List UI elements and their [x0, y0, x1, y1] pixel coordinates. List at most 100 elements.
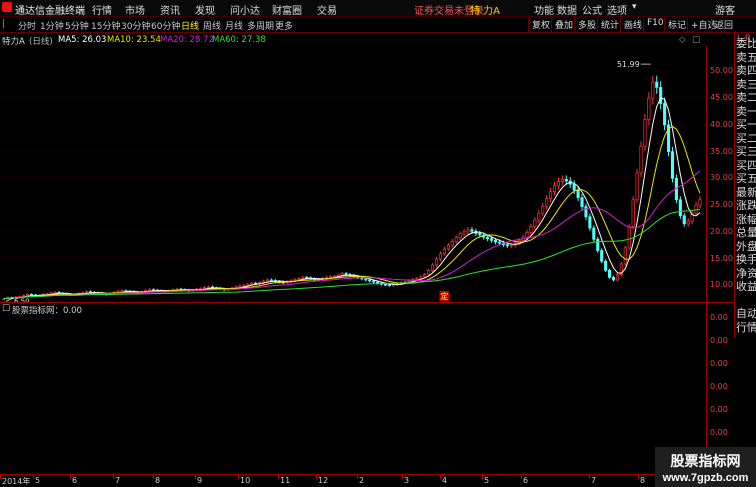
candle-body	[49, 292, 53, 295]
menu-item-xuanxiang[interactable]: 选项	[607, 2, 627, 17]
ma10-line	[3, 125, 701, 300]
menu-item-jiaoyi[interactable]: 交易	[317, 2, 337, 17]
candle-body	[600, 250, 604, 262]
period-5min[interactable]: 5分钟	[65, 19, 89, 32]
indicator-icon[interactable]: □	[2, 303, 10, 313]
period-60min[interactable]: 60分钟	[151, 19, 180, 32]
candle-body	[556, 181, 560, 187]
guest-label[interactable]: 游客	[715, 2, 735, 17]
indicator-header: □ 股票指标网：0.00	[0, 303, 706, 316]
time-axis-tick	[589, 475, 590, 479]
candle-body	[419, 276, 423, 279]
close-icon[interactable]: □	[692, 35, 700, 45]
menu-item-wenxiaoda[interactable]: 问小达	[230, 2, 260, 17]
candle-body	[454, 237, 458, 242]
time-axis-label: 7	[591, 476, 597, 485]
quote-field-label: 委比	[736, 37, 756, 50]
time-axis-label: 3	[404, 476, 410, 485]
candle-body	[407, 280, 411, 282]
time-axis-label: 8	[155, 476, 161, 485]
quote-field-label: 外盘	[736, 239, 756, 253]
candle-body	[678, 199, 682, 217]
stock-tag: 特 力A	[470, 6, 501, 17]
candle-body	[596, 238, 600, 251]
period-monthly[interactable]: 月线	[225, 19, 243, 32]
user-icon[interactable]: ▾	[632, 2, 637, 12]
menu-bar: 通达信金融终端 行情 市场 资讯 发现 问小达 财富圈 交易 证券交易未登录 特…	[0, 0, 756, 17]
candle-body	[442, 248, 446, 255]
multi-stock-button[interactable]: 多股	[574, 18, 596, 32]
time-axis-label: 12	[318, 476, 329, 485]
period-1min[interactable]: 1分钟	[40, 19, 64, 32]
period-more[interactable]: 更多	[275, 19, 293, 32]
back-button[interactable]: 返回	[711, 18, 733, 32]
indicator-axis-label: 0.00	[710, 313, 728, 322]
quote-field-label: 卖二	[736, 91, 756, 104]
period-30min[interactable]: 30分钟	[121, 19, 150, 32]
candlestick-chart[interactable]: 51.996.50定	[0, 46, 706, 302]
candle-body	[686, 220, 690, 225]
candle-body	[364, 278, 368, 281]
menu-item-shuju[interactable]: 数据	[557, 2, 577, 17]
menu-item-gongshi[interactable]: 公式	[582, 2, 602, 17]
candle-body	[462, 231, 466, 235]
candle-body	[698, 199, 702, 206]
period-daily[interactable]: 日线	[181, 19, 199, 32]
watermark-url: www.7gpzb.com	[662, 472, 749, 484]
candle-body	[663, 103, 667, 126]
f10-button[interactable]: F10	[643, 18, 664, 32]
fuquan-button[interactable]: 复权	[528, 18, 550, 32]
time-axis-label: 9	[197, 476, 203, 485]
price-axis-label: 40.00	[710, 119, 733, 129]
menu-item-hangqing[interactable]: 行情	[92, 2, 112, 17]
list-icon[interactable]: |	[2, 19, 5, 29]
candle-body	[293, 279, 297, 281]
high-price-label: 51.99	[617, 60, 640, 69]
time-axis-tick	[402, 475, 403, 479]
candle-body	[604, 260, 608, 271]
period-weekly[interactable]: 周线	[203, 19, 221, 32]
price-axis-label: 15.00	[710, 253, 733, 263]
quote-field-label: 买四	[736, 158, 756, 172]
time-axis-tick	[195, 475, 196, 479]
time-axis-label: 11	[280, 476, 291, 485]
menu-item-zixun[interactable]: 资讯	[160, 2, 180, 17]
menu-item-caifuquan[interactable]: 财富圈	[272, 2, 302, 17]
candle-body	[53, 291, 57, 294]
candle-body	[631, 199, 635, 227]
candle-body	[580, 197, 584, 208]
time-axis: 2014年 5 6 7 8 9 10 11 12 2 3 4 5 6 7 8	[0, 475, 734, 487]
candle-body	[147, 289, 152, 292]
settings-icon[interactable]: ◇	[679, 35, 686, 45]
menu-item-shichang[interactable]: 市场	[125, 2, 145, 17]
candle-body	[670, 151, 675, 179]
price-axis-label: 45.00	[710, 93, 733, 103]
candle-body	[446, 244, 450, 250]
quote-field-label: 卖一	[736, 104, 756, 118]
period-multi[interactable]: 多周期	[247, 19, 274, 32]
candle-body	[250, 282, 254, 285]
candle-body	[537, 212, 541, 221]
quote-field-label[interactable]: 行情	[736, 321, 756, 334]
candle-body	[576, 189, 580, 198]
period-15min[interactable]: 15分钟	[91, 19, 120, 32]
candle-body	[466, 229, 470, 233]
quote-field-label[interactable]: 自动	[736, 307, 756, 320]
overlay-button[interactable]: 叠加	[551, 18, 573, 32]
candle-body	[427, 269, 431, 275]
candle-body	[655, 81, 659, 88]
price-axis-label: 35.00	[710, 146, 733, 156]
mark-button[interactable]: 标记	[664, 18, 686, 32]
time-axis-tick	[357, 475, 358, 479]
menu-item-gongneng[interactable]: 功能	[534, 2, 554, 17]
period-fenshi[interactable]: 分时	[18, 19, 36, 32]
candle-body	[627, 226, 631, 249]
quote-field-label: 涨跌	[736, 199, 756, 212]
time-axis-tick	[482, 475, 483, 479]
menu-item-faxian[interactable]: 发现	[195, 2, 215, 17]
price-axis-label: 25.00	[710, 200, 733, 210]
statistics-button[interactable]: 统计	[597, 18, 619, 32]
time-axis-tick	[278, 475, 279, 479]
draw-line-button[interactable]: 画线	[620, 18, 642, 32]
candle-body	[202, 287, 207, 289]
